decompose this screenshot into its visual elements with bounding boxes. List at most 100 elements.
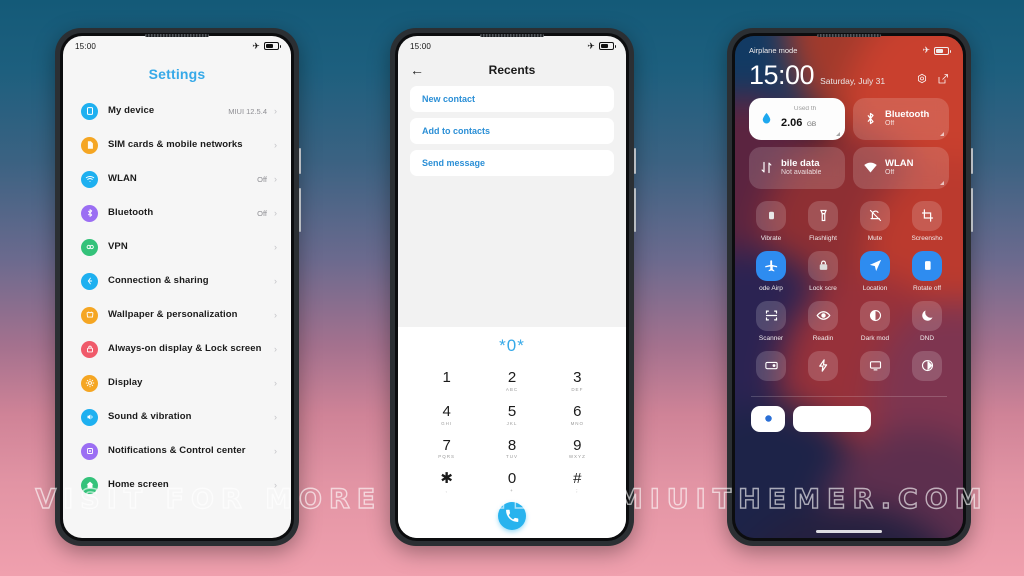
- phone-device-settings: 15:00 ✈ Settings My device MIUI 12.5.4 ›: [55, 28, 301, 546]
- toggle-label: Vibrate: [760, 234, 782, 242]
- earpiece-grille-icon: [817, 34, 881, 37]
- toggle-screenshot[interactable]: Screensho: [901, 200, 953, 242]
- dialer-spacer: [398, 182, 626, 327]
- toggle-wallet[interactable]: [745, 350, 797, 385]
- status-time: 15:00: [410, 41, 432, 51]
- dialpad-key-4[interactable]: 4 GHI: [414, 398, 479, 432]
- clock-time: 15:00: [749, 60, 815, 90]
- wallet-icon: [756, 350, 786, 381]
- status-bar: Airplane mode ✈: [735, 36, 963, 55]
- key-letters: ,: [445, 488, 448, 493]
- settings-row-sound-vibration[interactable]: Sound & vibration ›: [67, 400, 287, 434]
- settings-gear-icon[interactable]: [916, 73, 928, 85]
- key-letters: DEF: [571, 386, 584, 392]
- dialpad-row: ✱ , 0 + # ;: [414, 465, 610, 499]
- settings-row-display[interactable]: Display ›: [67, 366, 287, 400]
- settings-row-wallpaper[interactable]: Wallpaper & personalization ›: [67, 298, 287, 332]
- tile-title: Bluetooth: [885, 108, 930, 120]
- settings-row-sim-cards[interactable]: SIM cards & mobile networks ›: [67, 128, 287, 162]
- home-indicator[interactable]: [816, 530, 882, 533]
- contrast-icon: [912, 350, 942, 381]
- page-title: Settings: [148, 66, 206, 82]
- toggle-reading-mode[interactable]: Readin: [797, 300, 849, 342]
- sim-icon: [81, 136, 98, 154]
- notification-icon: [81, 442, 98, 460]
- tile-title: WLAN: [885, 157, 914, 169]
- dialpad-row: 4 GHI 5 JKL 6 MNO: [414, 398, 610, 432]
- cast-icon: [860, 350, 890, 381]
- assistant-shortcut[interactable]: [751, 405, 785, 432]
- key-letters: WXYZ: [568, 454, 586, 460]
- dialpad-key-7[interactable]: 7 PQRS: [414, 432, 479, 466]
- dialpad-key-6[interactable]: 6 MNO: [545, 398, 610, 432]
- toggle-label: Scanner: [758, 334, 784, 342]
- toggle-rotate[interactable]: Rotate off: [901, 250, 953, 292]
- settings-row-vpn[interactable]: VPN ›: [67, 230, 287, 264]
- big-tile-row-1: Used th 2.06 GB Bluetooth Off: [735, 89, 963, 140]
- action-new-contact[interactable]: New contact: [410, 86, 614, 112]
- toggle-label: ode Airp: [759, 284, 783, 292]
- toggle-location[interactable]: Location: [849, 250, 901, 292]
- toggle-dnd[interactable]: DND: [901, 300, 953, 342]
- dialpad-key-2[interactable]: 2 ABC: [479, 364, 544, 398]
- dialpad-key-8[interactable]: 8 TUV: [479, 432, 544, 466]
- quick-toggle-row: [745, 350, 953, 385]
- key-digit: #: [573, 470, 582, 488]
- settings-row-always-on-display[interactable]: Always-on display & Lock screen ›: [67, 332, 287, 366]
- tile-sub: Not available: [781, 169, 822, 177]
- settings-row-bluetooth[interactable]: Bluetooth Off ›: [67, 196, 287, 230]
- airplane-icon: [756, 250, 786, 281]
- key-digit: 3: [573, 369, 582, 386]
- settings-row-wlan[interactable]: WLAN Off ›: [67, 162, 287, 196]
- action-send-message[interactable]: Send message: [410, 150, 614, 176]
- toggle-dark-mode[interactable]: Dark mod: [849, 300, 901, 342]
- tile-bluetooth[interactable]: Bluetooth Off: [853, 97, 949, 140]
- header-icons: [916, 73, 949, 89]
- tile-wlan[interactable]: WLAN Off: [853, 146, 949, 189]
- settings-row-label: Display: [108, 377, 143, 389]
- dialpad-key-0[interactable]: 0 +: [479, 465, 544, 499]
- settings-row-my-device[interactable]: My device MIUI 12.5.4 ›: [67, 94, 287, 128]
- toggle-airplane-mode[interactable]: ode Airp: [745, 250, 797, 292]
- tile-data-usage[interactable]: Used th 2.06 GB: [749, 97, 845, 140]
- dialpad-key-9[interactable]: 9 WXYZ: [545, 432, 610, 466]
- tile-text: Bluetooth Off: [885, 109, 929, 129]
- toggle-scanner[interactable]: Scanner: [745, 300, 797, 342]
- dialpad-key-3[interactable]: 3 DEF: [545, 364, 610, 398]
- settings-row-home-screen[interactable]: Home screen ›: [67, 468, 287, 502]
- action-add-to-contacts[interactable]: Add to contacts: [410, 118, 614, 144]
- status-right-icons: ✈: [252, 41, 281, 51]
- key-digit: 1: [442, 369, 451, 386]
- tile-mobile-data[interactable]: bile data Not available: [749, 146, 845, 189]
- dialpad-key-1[interactable]: 1: [414, 364, 479, 398]
- edit-icon[interactable]: [937, 73, 949, 85]
- location-icon: [860, 250, 890, 281]
- mute-icon: [860, 200, 890, 231]
- back-arrow-icon[interactable]: ←: [410, 63, 430, 77]
- tile-text: WLAN Off: [885, 158, 914, 178]
- toggle-mute[interactable]: Mute: [849, 200, 901, 242]
- settings-row-label: Always-on display & Lock screen: [108, 343, 262, 355]
- dialpad-key-5[interactable]: 5 JKL: [479, 398, 544, 432]
- toggle-flashlight[interactable]: Flashlight: [797, 200, 849, 242]
- toggle-lock-screen[interactable]: Lock scre: [797, 250, 849, 292]
- settings-row-connection-sharing[interactable]: Connection & sharing ›: [67, 264, 287, 298]
- toggle-contrast[interactable]: [901, 350, 953, 385]
- media-shortcut[interactable]: [793, 405, 871, 432]
- dialpad-key-star[interactable]: ✱ ,: [414, 465, 479, 499]
- call-button[interactable]: [498, 502, 526, 530]
- tile-corner-icon: [836, 131, 840, 136]
- earpiece-grille-icon: [480, 34, 544, 37]
- toggle-cast[interactable]: [849, 350, 901, 385]
- toggle-vibrate[interactable]: Vibrate: [745, 200, 797, 242]
- key-letters: JKL: [506, 420, 518, 426]
- key-digit: 4: [442, 402, 451, 420]
- settings-row-notifications[interactable]: Notifications & Control center ›: [67, 434, 287, 468]
- toggle-power[interactable]: [797, 350, 849, 385]
- tile-corner-icon: [940, 131, 944, 136]
- tile-sub: Off: [885, 169, 895, 177]
- dialpad-key-hash[interactable]: # ;: [545, 465, 610, 499]
- quick-toggle-grid: Vibrate Flashlight Mute Screensho ode Ai…: [735, 189, 963, 385]
- battery-icon: [934, 46, 951, 55]
- phone2-bezel: 15:00 ✈ ← Recents New contact Add to con…: [395, 33, 629, 541]
